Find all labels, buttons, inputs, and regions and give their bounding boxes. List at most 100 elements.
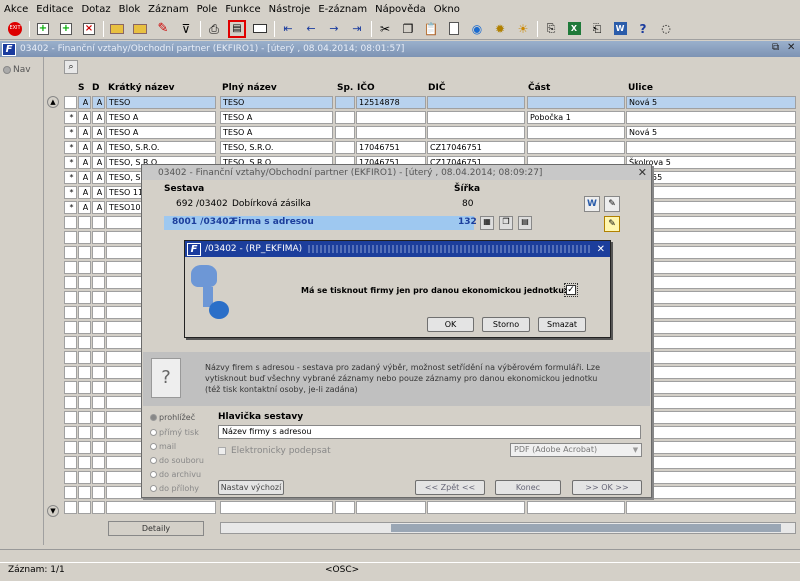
empty-cell[interactable]: [92, 486, 105, 499]
settings-icon[interactable]: ✹: [491, 20, 509, 38]
empty-cell[interactable]: [92, 246, 105, 259]
table-cell-d[interactable]: A: [92, 141, 105, 154]
table-cell-sp[interactable]: [335, 111, 355, 124]
horizontal-scrollbar[interactable]: [220, 522, 796, 534]
confirm-checkbox[interactable]: ✓: [564, 283, 578, 297]
table-cell-d[interactable]: A: [92, 201, 105, 214]
table-cell-star[interactable]: *: [64, 156, 77, 169]
clear-icon[interactable]: ✎: [154, 20, 172, 38]
table-cell-ico[interactable]: 17046751: [356, 141, 426, 154]
table-cell-full[interactable]: TESO, S.R.O.: [220, 141, 333, 154]
report-header-input[interactable]: Název firmy s adresou: [218, 425, 641, 439]
details-button[interactable]: Detaily: [108, 521, 204, 536]
exit-icon[interactable]: EXIT: [6, 20, 24, 38]
table-cell-full[interactable]: TESO: [220, 96, 333, 109]
folder-save-icon[interactable]: [131, 20, 149, 38]
empty-cell[interactable]: [64, 231, 77, 244]
table-cell-short[interactable]: TESO A: [106, 126, 216, 139]
table-cell-s[interactable]: A: [78, 201, 91, 214]
empty-cell[interactable]: [78, 276, 91, 289]
duplicate-record-icon[interactable]: +: [57, 20, 75, 38]
empty-cell[interactable]: [64, 261, 77, 274]
empty-cell[interactable]: [92, 351, 105, 364]
empty-cell[interactable]: [78, 456, 91, 469]
empty-cell[interactable]: [92, 276, 105, 289]
empty-cell[interactable]: [92, 501, 105, 514]
empty-cell[interactable]: [78, 336, 91, 349]
window-restore-icon[interactable]: ⧉: [772, 42, 779, 53]
report-row[interactable]: 692 /03402 Dobírková zásilka 80: [164, 198, 474, 212]
table-cell-star[interactable]: *: [64, 186, 77, 199]
empty-cell[interactable]: [64, 411, 77, 424]
empty-cell[interactable]: [92, 306, 105, 319]
sign-checkbox[interactable]: Elektronicky podepsat: [218, 446, 331, 456]
empty-cell[interactable]: [78, 231, 91, 244]
table-cell-star[interactable]: *: [64, 126, 77, 139]
table-cell-d[interactable]: A: [92, 186, 105, 199]
table-cell-street[interactable]: [626, 111, 796, 124]
confirm-ok-button[interactable]: OK: [427, 317, 474, 332]
output-preview-radio[interactable]: prohlížeč: [150, 413, 195, 422]
table-cell-part[interactable]: [527, 141, 625, 154]
empty-cell[interactable]: [92, 216, 105, 229]
output-archive-radio[interactable]: do archivu: [150, 470, 201, 479]
filter-icon[interactable]: ⊽: [177, 20, 195, 38]
report-preview-icon[interactable]: ▦: [480, 216, 494, 230]
table-cell-ico[interactable]: 12514878: [356, 96, 426, 109]
empty-cell[interactable]: [78, 426, 91, 439]
search-icon[interactable]: ⌕: [64, 60, 78, 74]
empty-cell[interactable]: [527, 501, 625, 514]
menu-item[interactable]: Akce: [4, 4, 28, 15]
table-cell-dic[interactable]: [427, 126, 525, 139]
menu-item[interactable]: E-záznam: [318, 4, 367, 15]
report-dialog-close-icon[interactable]: ✕: [638, 166, 647, 179]
empty-cell[interactable]: [78, 381, 91, 394]
table-cell-star[interactable]: [64, 96, 77, 109]
insert-record-icon[interactable]: +: [34, 20, 52, 38]
copy-icon[interactable]: ❐: [399, 20, 417, 38]
table-cell-s[interactable]: A: [78, 141, 91, 154]
empty-cell[interactable]: [78, 396, 91, 409]
menu-item[interactable]: Okno: [434, 4, 460, 15]
table-cell-short[interactable]: TESO, S.R.O.: [106, 141, 216, 154]
delete-record-icon[interactable]: ×: [80, 20, 98, 38]
menu-item[interactable]: Záznam: [148, 4, 188, 15]
empty-cell[interactable]: [92, 366, 105, 379]
table-cell-part[interactable]: [527, 126, 625, 139]
empty-cell[interactable]: [92, 291, 105, 304]
output-print-radio[interactable]: přímý tisk: [150, 428, 199, 437]
table-cell-part[interactable]: Pobočka 1: [527, 111, 625, 124]
menu-item[interactable]: Pole: [197, 4, 218, 15]
empty-cell[interactable]: [78, 261, 91, 274]
empty-cell[interactable]: [64, 381, 77, 394]
menu-item[interactable]: Editace: [36, 4, 73, 15]
table-cell-d[interactable]: A: [92, 96, 105, 109]
empty-cell[interactable]: [64, 501, 77, 514]
empty-cell[interactable]: [78, 321, 91, 334]
empty-cell[interactable]: [64, 306, 77, 319]
empty-cell[interactable]: [92, 426, 105, 439]
empty-cell[interactable]: [92, 321, 105, 334]
empty-cell[interactable]: [78, 246, 91, 259]
format-select[interactable]: PDF (Adobe Acrobat): [510, 443, 642, 457]
empty-cell[interactable]: [335, 501, 355, 514]
menu-item[interactable]: Nástroje: [269, 4, 311, 15]
empty-cell[interactable]: [64, 486, 77, 499]
table-cell-sp[interactable]: [335, 141, 355, 154]
edit-icon[interactable]: ✎: [604, 196, 620, 212]
report-doc-icon[interactable]: ▤: [518, 216, 532, 230]
table-cell-star[interactable]: *: [64, 171, 77, 184]
empty-cell[interactable]: [64, 366, 77, 379]
empty-cell[interactable]: [92, 456, 105, 469]
empty-cell[interactable]: [64, 471, 77, 484]
table-cell-d[interactable]: A: [92, 171, 105, 184]
mail-icon[interactable]: [251, 20, 269, 38]
empty-cell[interactable]: [78, 471, 91, 484]
document-icon[interactable]: [445, 20, 463, 38]
empty-cell[interactable]: [78, 291, 91, 304]
export-icon[interactable]: ⎗: [588, 20, 606, 38]
empty-cell[interactable]: [78, 216, 91, 229]
menu-item[interactable]: Nápověda: [375, 4, 426, 15]
empty-cell[interactable]: [92, 381, 105, 394]
empty-cell[interactable]: [92, 231, 105, 244]
